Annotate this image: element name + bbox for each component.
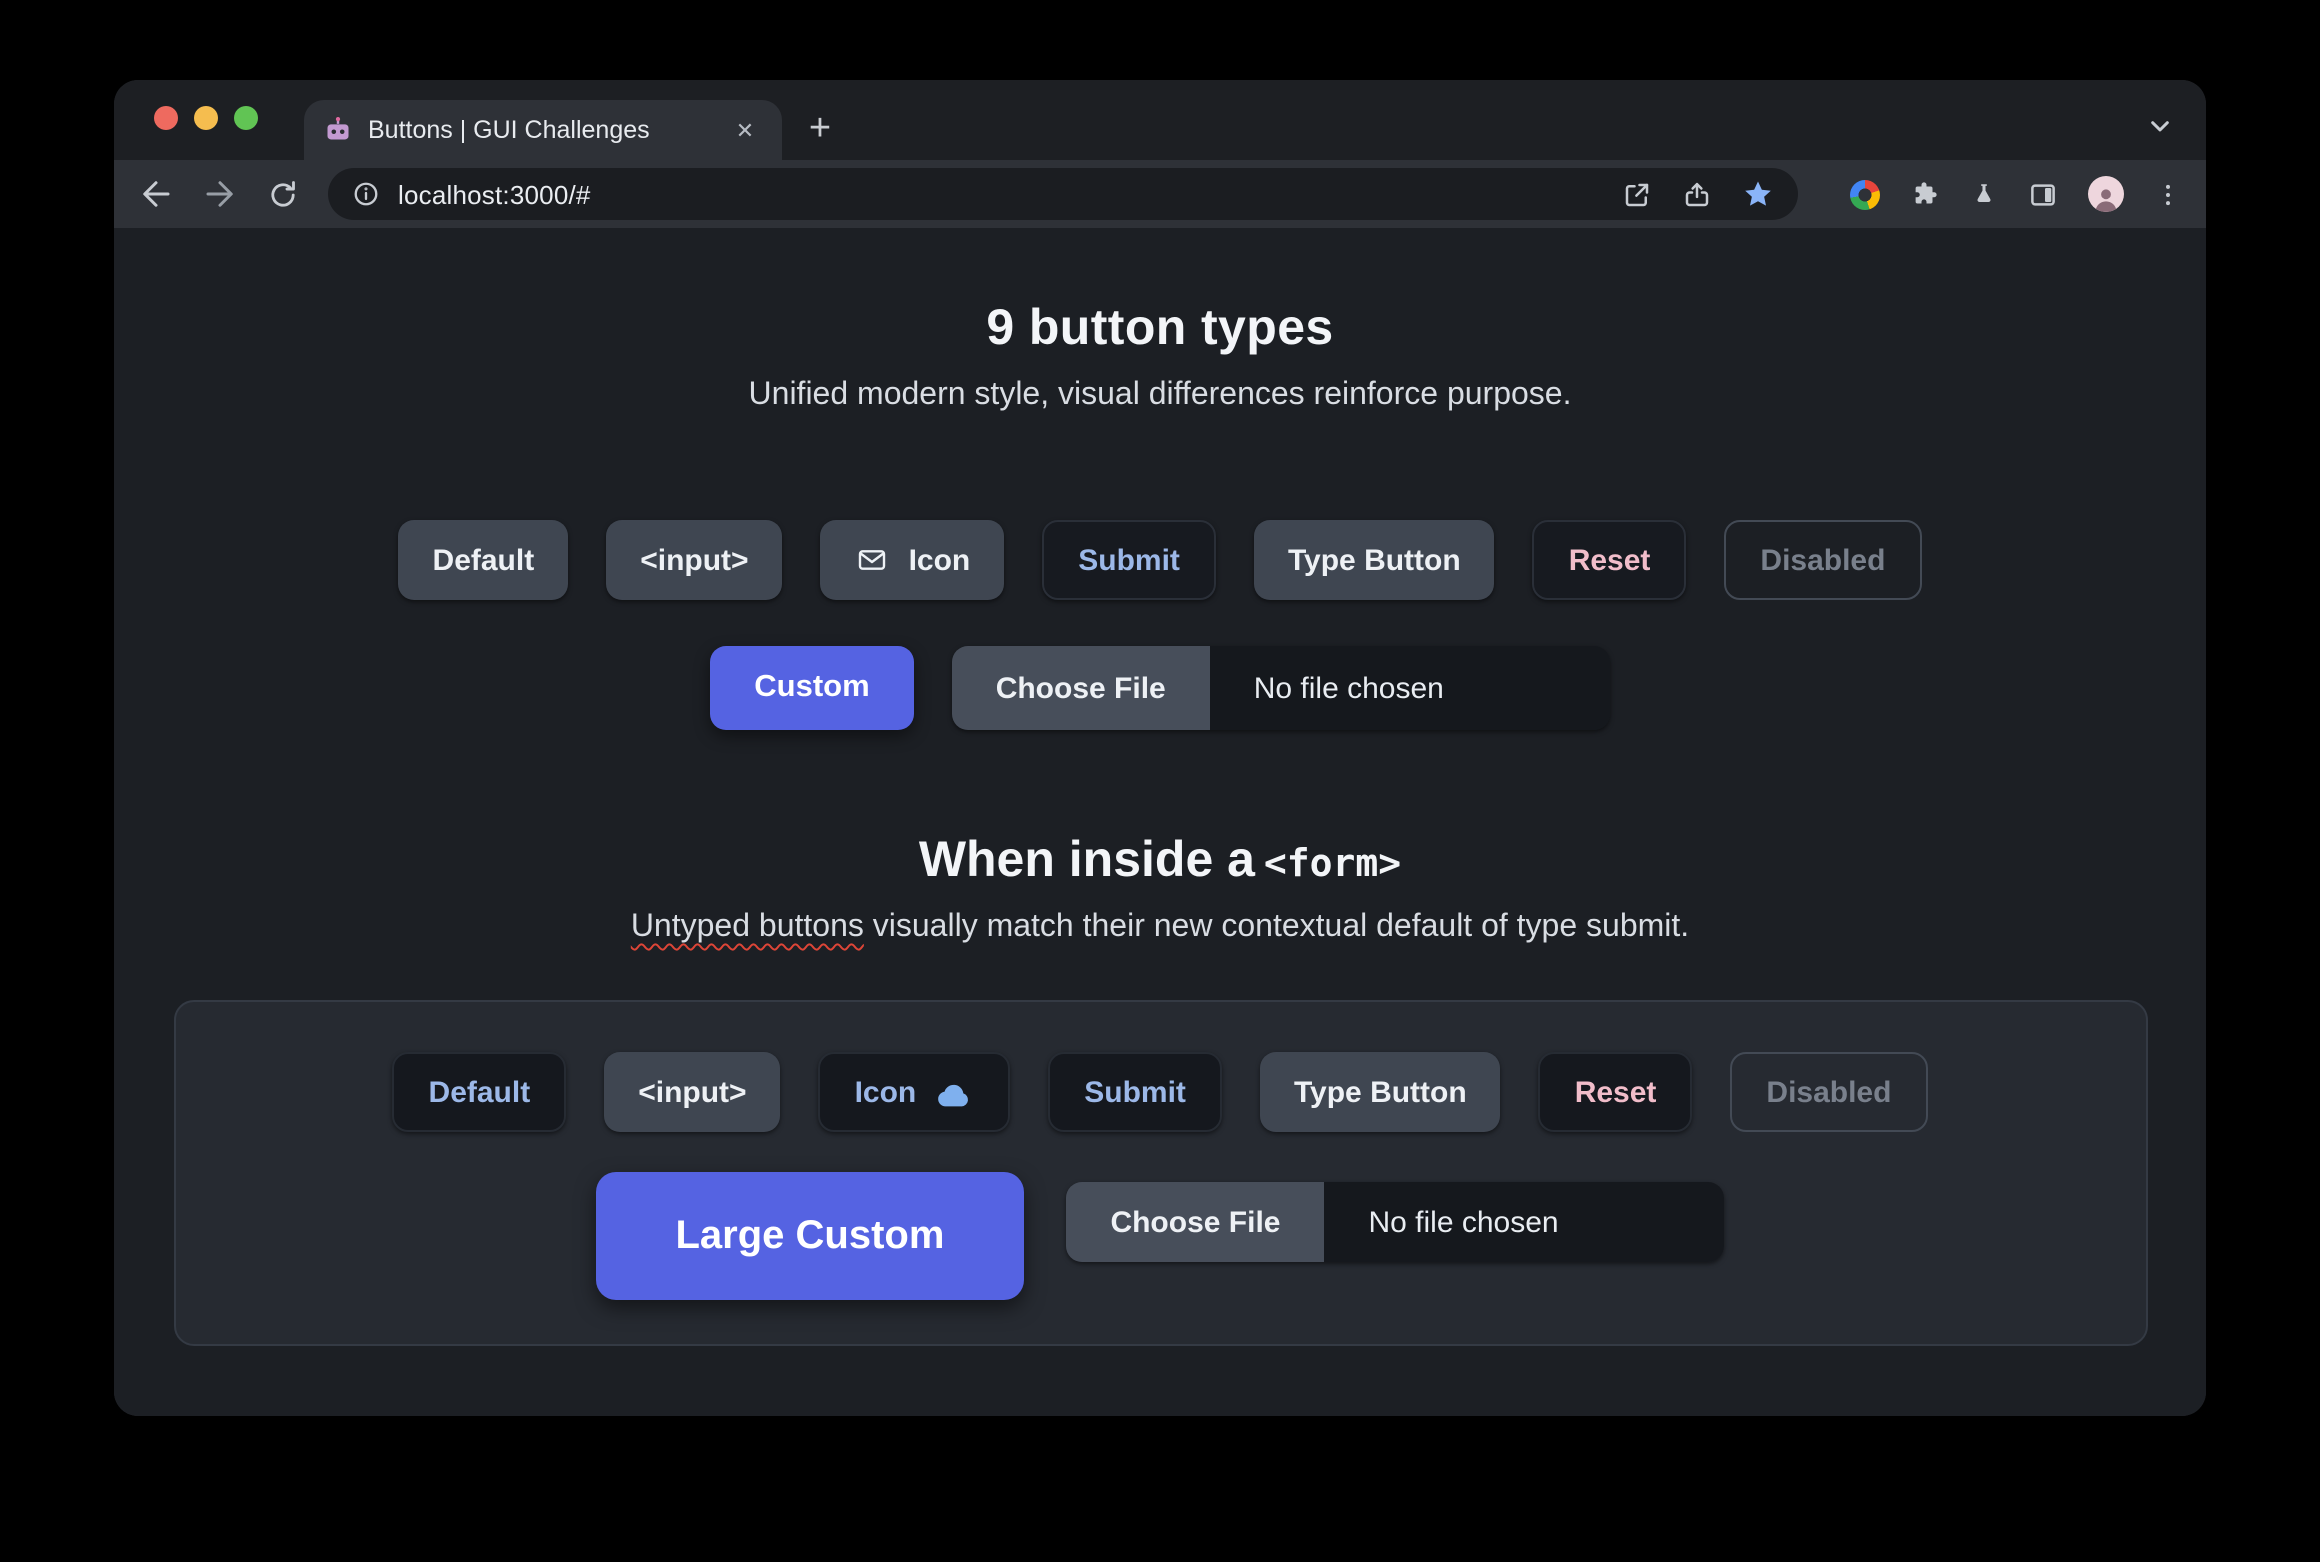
labs-flask-icon[interactable] xyxy=(1970,179,1998,209)
browser-toolbar: localhost:3000/# xyxy=(114,160,2206,228)
browser-tab[interactable]: Buttons | GUI Challenges ✕ xyxy=(304,100,782,160)
submit-button[interactable]: Submit xyxy=(1042,520,1216,600)
nav-buttons xyxy=(138,160,300,228)
side-panel-icon[interactable] xyxy=(2028,179,2058,209)
cloud-icon xyxy=(938,1083,969,1106)
button-label: Large Custom xyxy=(675,1213,945,1257)
type-button[interactable]: Type Button xyxy=(1253,520,1495,600)
page-content: 9 button types Unified modern style, vis… xyxy=(114,228,2206,1416)
form-choose-file-button[interactable]: Choose File xyxy=(1066,1182,1325,1262)
form-section-title: When inside a <form> xyxy=(114,832,2206,890)
menu-kebab-icon[interactable] xyxy=(2154,179,2182,209)
form-input-button[interactable]: <input> xyxy=(604,1052,781,1132)
form-section-subtitle-rest: visually match their new contextual defa… xyxy=(863,910,1690,944)
color-wheel-extension-icon[interactable] xyxy=(1850,179,1880,209)
large-custom-button[interactable]: Large Custom xyxy=(595,1172,1025,1300)
form-type-button[interactable]: Type Button xyxy=(1259,1052,1501,1132)
zoom-window-button[interactable] xyxy=(234,106,258,130)
form-icon-button[interactable]: Icon xyxy=(818,1052,1011,1132)
spellcheck-underlined-text: Untyped buttons xyxy=(630,910,864,944)
form-file-input[interactable]: Choose File No file chosen xyxy=(1066,1182,1725,1262)
form-section-title-text: When inside a xyxy=(918,832,1255,888)
button-label: Default xyxy=(432,543,535,577)
form-file-status-text: No file chosen xyxy=(1324,1182,1725,1262)
button-row-form: Default <input> Icon Submit Type Button … xyxy=(114,1052,2206,1132)
tab-strip: Buttons | GUI Challenges ✕ + xyxy=(114,80,2206,160)
tab-search-chevron-icon[interactable] xyxy=(2136,102,2184,150)
screenshot-stage: Buttons | GUI Challenges ✕ + localhost:3… xyxy=(0,0,2320,1562)
button-label: Reset xyxy=(1568,543,1651,577)
share-icon[interactable] xyxy=(1682,179,1712,209)
choose-file-button[interactable]: Choose File xyxy=(951,646,1210,730)
address-bar[interactable]: localhost:3000/# xyxy=(328,168,1798,220)
button-label: Custom xyxy=(754,670,870,704)
page-subtitle: Unified modern style, visual differences… xyxy=(748,378,1572,412)
form-section-title-code: <form> xyxy=(1263,842,1402,886)
button-label: Disabled xyxy=(1766,1075,1892,1109)
button-row-top: Default <input> Icon Submit Type Button … xyxy=(114,520,2206,600)
tab-title: Buttons | GUI Challenges xyxy=(368,116,650,144)
minimize-window-button[interactable] xyxy=(194,106,218,130)
forward-icon[interactable] xyxy=(202,176,238,212)
custom-button[interactable]: Custom xyxy=(710,646,914,730)
page-title: 9 button types xyxy=(986,300,1334,356)
button-label: <input> xyxy=(638,1075,747,1109)
bookmark-star-icon[interactable] xyxy=(1742,178,1774,210)
envelope-icon xyxy=(859,550,886,570)
button-label: Icon xyxy=(908,543,971,577)
button-label: <input> xyxy=(640,543,749,577)
button-label: Type Button xyxy=(1287,543,1461,577)
button-label: Default xyxy=(428,1075,531,1109)
omnibox-action-icons xyxy=(1622,178,1774,210)
reset-button[interactable]: Reset xyxy=(1532,520,1687,600)
form-submit-button[interactable]: Submit xyxy=(1048,1052,1222,1132)
button-label: Disabled xyxy=(1760,543,1886,577)
site-info-icon[interactable] xyxy=(352,180,380,208)
window-controls xyxy=(154,106,258,130)
open-in-new-icon[interactable] xyxy=(1622,179,1652,209)
button-label: Type Button xyxy=(1293,1075,1467,1109)
toolbar-extension-icons xyxy=(1850,160,2182,228)
form-disabled-button: Disabled xyxy=(1730,1052,1928,1132)
form-default-button[interactable]: Default xyxy=(392,1052,567,1132)
icon-button[interactable]: Icon xyxy=(820,520,1005,600)
robot-favicon-icon xyxy=(327,117,349,140)
button-label: Icon xyxy=(854,1075,917,1109)
form-reset-button[interactable]: Reset xyxy=(1538,1052,1693,1132)
button-row-custom: Custom Choose File No file chosen xyxy=(114,646,2206,730)
input-button[interactable]: <input> xyxy=(606,520,783,600)
back-icon[interactable] xyxy=(138,176,174,212)
url-text: localhost:3000/# xyxy=(398,179,591,209)
form-section-subtitle: Untyped buttons visually match their new… xyxy=(114,910,2206,946)
button-label: Reset xyxy=(1574,1075,1657,1109)
button-label: Submit xyxy=(1084,1075,1186,1109)
extensions-puzzle-icon[interactable] xyxy=(1910,179,1940,209)
browser-window: Buttons | GUI Challenges ✕ + localhost:3… xyxy=(114,80,2206,1416)
reload-icon[interactable] xyxy=(266,177,300,211)
close-window-button[interactable] xyxy=(154,106,178,130)
profile-avatar[interactable] xyxy=(2088,176,2124,212)
file-status-text: No file chosen xyxy=(1209,646,1610,730)
button-label: Submit xyxy=(1078,543,1180,577)
close-tab-icon[interactable]: ✕ xyxy=(728,113,762,147)
button-row-form-bottom: Large Custom Choose File No file chosen xyxy=(114,1172,2206,1300)
default-button[interactable]: Default xyxy=(398,520,569,600)
new-tab-button[interactable]: + xyxy=(794,104,846,156)
file-input[interactable]: Choose File No file chosen xyxy=(951,646,1610,730)
disabled-button: Disabled xyxy=(1724,520,1922,600)
